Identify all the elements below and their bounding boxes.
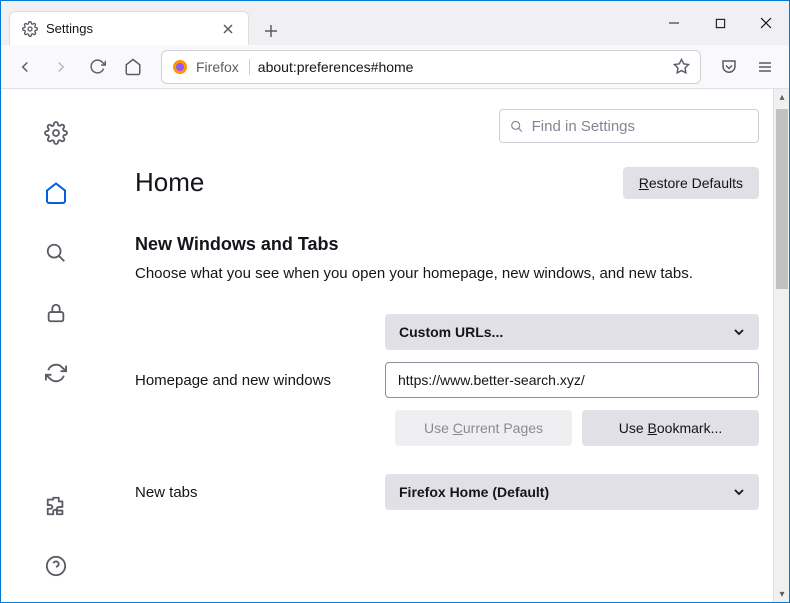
homepage-mode-value: Custom URLs... [399, 324, 503, 340]
url-text: about:preferences#home [258, 59, 665, 75]
window-controls [651, 1, 789, 45]
page-title: Home [135, 167, 204, 198]
scrollbar-thumb[interactable] [776, 109, 788, 289]
homepage-label: Homepage and new windows [135, 372, 385, 389]
sidebar-item-privacy[interactable] [40, 297, 72, 329]
section-heading: New Windows and Tabs [135, 234, 759, 255]
sidebar-item-general[interactable] [40, 117, 72, 149]
url-bar[interactable]: Firefox about:preferences#home [161, 50, 701, 84]
titlebar: Settings [1, 1, 789, 45]
sidebar-item-extensions[interactable] [40, 490, 72, 522]
settings-main-panel: Home Restore Defaults New Windows and Ta… [111, 89, 789, 602]
scroll-up-arrow[interactable]: ▴ [774, 89, 790, 105]
new-tab-button[interactable] [257, 17, 285, 45]
sidebar-item-search[interactable] [40, 237, 72, 269]
newtabs-mode-select[interactable]: Firefox Home (Default) [385, 474, 759, 510]
search-icon [510, 119, 524, 134]
sidebar-item-help[interactable] [40, 550, 72, 582]
use-bookmark-button[interactable]: Use Bookmark... [582, 410, 759, 446]
newtabs-label: New tabs [135, 484, 385, 501]
scroll-down-arrow[interactable]: ▾ [774, 586, 790, 602]
reload-button[interactable] [81, 51, 113, 83]
homepage-url-input[interactable] [385, 362, 759, 398]
gear-icon [22, 21, 38, 37]
use-current-pages-button[interactable]: Use Current Pages [395, 410, 572, 446]
maximize-button[interactable] [697, 1, 743, 45]
newtabs-mode-value: Firefox Home (Default) [399, 484, 549, 500]
section-description: Choose what you see when you open your h… [135, 265, 759, 282]
settings-sidebar [1, 89, 111, 602]
content-area: Home Restore Defaults New Windows and Ta… [1, 89, 789, 602]
minimize-button[interactable] [651, 1, 697, 45]
chevron-down-icon [733, 326, 745, 338]
restore-defaults-button[interactable]: Restore Defaults [623, 167, 759, 199]
url-identity-label: Firefox [196, 59, 250, 75]
close-window-button[interactable] [743, 1, 789, 45]
bookmark-star-icon[interactable] [673, 58, 690, 75]
tab-title: Settings [46, 21, 212, 36]
firefox-icon [172, 59, 188, 75]
settings-search-input[interactable] [532, 118, 748, 135]
chevron-down-icon [733, 486, 745, 498]
toolbar: Firefox about:preferences#home [1, 45, 789, 89]
sidebar-item-home[interactable] [40, 177, 72, 209]
close-tab-icon[interactable] [220, 21, 236, 37]
app-menu-button[interactable] [749, 51, 781, 83]
tabs-area: Settings [1, 1, 651, 45]
save-to-pocket-button[interactable] [713, 51, 745, 83]
back-button[interactable] [9, 51, 41, 83]
sidebar-item-sync[interactable] [40, 357, 72, 389]
browser-tab-settings[interactable]: Settings [9, 11, 249, 45]
homepage-mode-select[interactable]: Custom URLs... [385, 314, 759, 350]
forward-button[interactable] [45, 51, 77, 83]
home-button[interactable] [117, 51, 149, 83]
vertical-scrollbar[interactable]: ▴ ▾ [773, 89, 789, 602]
settings-search-box[interactable] [499, 109, 759, 143]
